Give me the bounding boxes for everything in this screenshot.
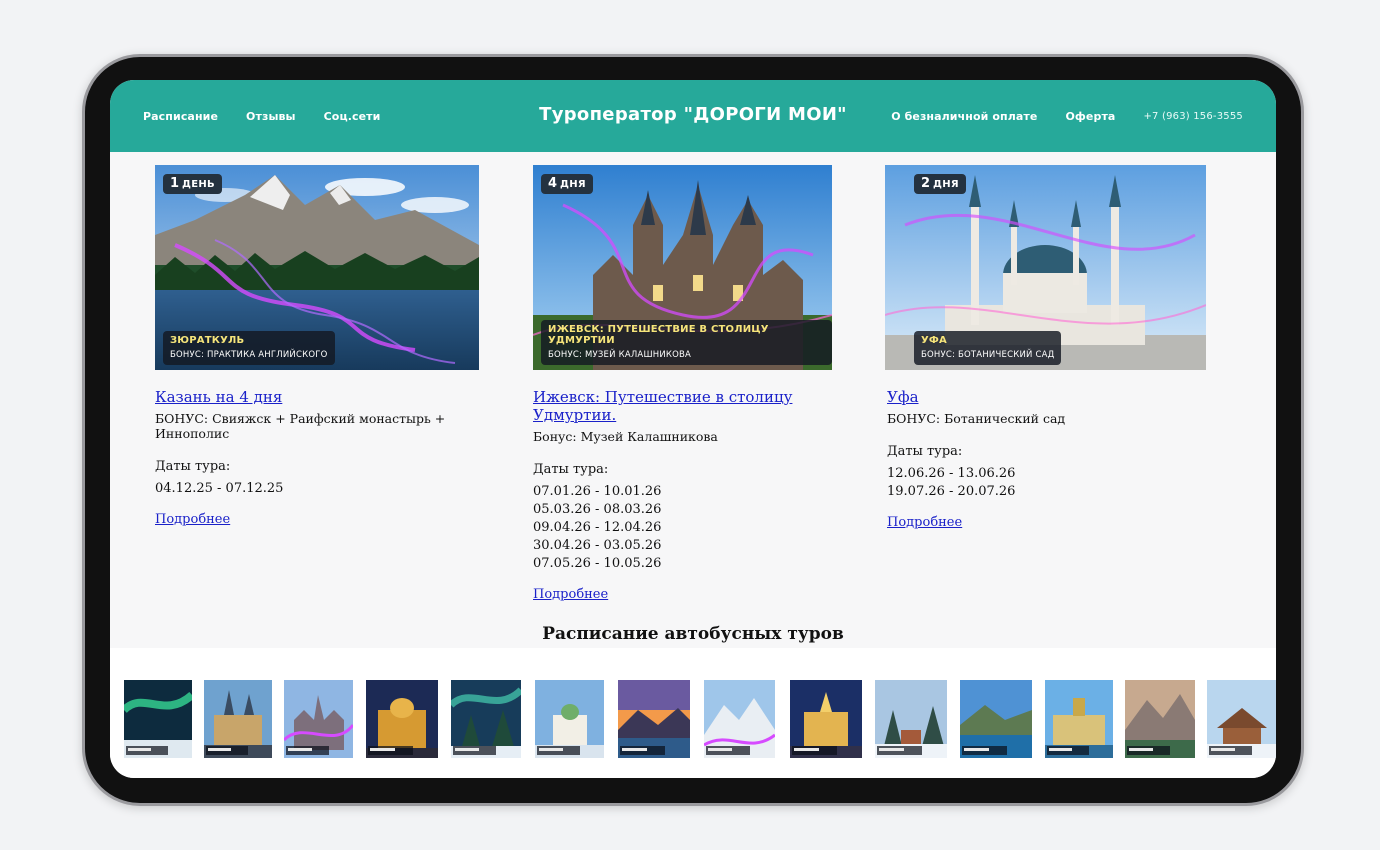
schedule-thumbnail[interactable] xyxy=(284,680,353,758)
schedule-thumbnail[interactable] xyxy=(366,680,438,758)
days-number: 1 xyxy=(170,176,180,191)
image-caption: УФА БОНУС: БОТАНИЧЕСКИЙ САД xyxy=(914,331,1062,365)
tour-title-link[interactable]: Казань на 4 дня xyxy=(155,388,282,406)
days-badge: 2 ДНЯ xyxy=(914,174,966,194)
tour-date: 12.06.26 - 13.06.26 xyxy=(887,466,1016,481)
days-number: 2 xyxy=(921,176,931,191)
phone-number[interactable]: +7 (963) 156-3555 xyxy=(1143,111,1243,122)
thumbnail-caption xyxy=(877,746,922,755)
thumbnail-caption xyxy=(792,746,837,755)
days-badge: 4 ДНЯ xyxy=(541,174,593,194)
tour-title-link[interactable]: Ижевск: Путешествие в столицу Удмуртии. xyxy=(533,388,832,424)
schedule-thumbnail[interactable] xyxy=(790,680,862,758)
schedule-thumbnail[interactable] xyxy=(1125,680,1195,758)
nav-right: О безналичной оплате Оферта +7 (963) 156… xyxy=(891,80,1243,152)
schedule-thumbnail[interactable] xyxy=(204,680,272,758)
browser-screen: Расписание Отзывы Соц.сети Туроператор "… xyxy=(110,80,1276,778)
tour-bonus: БОНУС: Свияжск + Раифский монастырь + Ин… xyxy=(155,411,446,441)
days-badge: 1 ДЕНЬ xyxy=(163,174,222,194)
tour-card-izhevsk: 4 ДНЯ ИЖЕВСК: ПУТЕШЕСТВИЕ В СТОЛИЦУ УДМУР… xyxy=(533,165,832,602)
tour-date: 05.03.26 - 08.03.26 xyxy=(533,502,662,517)
schedule-thumbnail[interactable] xyxy=(875,680,947,758)
tour-image[interactable]: 4 ДНЯ ИЖЕВСК: ПУТЕШЕСТВИЕ В СТОЛИЦУ УДМУР… xyxy=(533,165,832,370)
dates-label: Даты тура: xyxy=(155,459,231,474)
tour-card-ufa: 2 ДНЯ УФА БОНУС: БОТАНИЧЕСКИЙ САД Уфа БОН… xyxy=(885,165,1206,530)
thumbnail-caption xyxy=(962,746,1007,755)
image-caption-title: ЗЮРАТКУЛЬ xyxy=(170,335,245,346)
tour-dates: 12.06.26 - 13.06.26 19.07.26 - 20.07.26 xyxy=(887,465,1206,501)
image-caption-title: УФА xyxy=(921,335,947,346)
tour-card-zyuratkul: 1 ДЕНЬ ЗЮРАТКУЛЬ БОНУС: ПРАКТИКА АНГЛИЙСК… xyxy=(155,165,479,527)
thumbnail-caption xyxy=(453,746,497,755)
tour-date: 19.07.26 - 20.07.26 xyxy=(887,484,1016,499)
thumbnail-caption xyxy=(706,746,751,755)
schedule-thumbnail[interactable] xyxy=(1045,680,1113,758)
tour-dates: 04.12.25 - 07.12.25 xyxy=(155,480,479,498)
schedule-thumbnail[interactable] xyxy=(451,680,521,758)
thumbnail-caption xyxy=(620,746,665,755)
schedule-thumbnail[interactable] xyxy=(618,680,690,758)
days-word: ДЕНЬ xyxy=(182,179,215,190)
image-caption-subtitle: БОНУС: МУЗЕЙ КАЛАШНИКОВА xyxy=(548,350,692,360)
image-caption-title: ИЖЕВСК: ПУТЕШЕСТВИЕ В СТОЛИЦУ УДМУРТИИ xyxy=(548,324,769,346)
image-caption-subtitle: БОНУС: БОТАНИЧЕСКИЙ САД xyxy=(921,350,1055,360)
days-word: ДНЯ xyxy=(560,179,586,190)
nav-link-cashless-payment[interactable]: О безналичной оплате xyxy=(891,110,1037,123)
tour-bonus: Бонус: Музей Калашникова xyxy=(533,429,718,444)
dates-label: Даты тура: xyxy=(887,444,963,459)
more-link[interactable]: Подробнее xyxy=(533,587,608,602)
tour-title-link[interactable]: Уфа xyxy=(887,388,919,406)
more-link[interactable]: Подробнее xyxy=(155,512,230,527)
thumbnail-caption xyxy=(368,746,413,755)
thumbnail-caption xyxy=(537,746,580,755)
tour-date: 09.04.26 - 12.04.26 xyxy=(533,520,662,535)
schedule-thumbnail-strip xyxy=(110,648,1276,778)
thumbnail-caption xyxy=(126,746,169,755)
schedule-thumbnail[interactable] xyxy=(1207,680,1276,758)
more-link[interactable]: Подробнее xyxy=(887,515,962,530)
schedule-thumbnail[interactable] xyxy=(960,680,1032,758)
thumbnail-caption xyxy=(286,746,329,755)
schedule-thumbnail[interactable] xyxy=(535,680,604,758)
schedule-thumbnail[interactable] xyxy=(124,680,192,758)
schedule-thumbnail[interactable] xyxy=(704,680,775,758)
thumbnail-caption xyxy=(1209,746,1252,755)
tour-image[interactable]: 2 ДНЯ УФА БОНУС: БОТАНИЧЕСКИЙ САД xyxy=(885,165,1206,370)
tour-dates: 07.01.26 - 10.01.26 05.03.26 - 08.03.26 … xyxy=(533,483,832,573)
image-caption-subtitle: БОНУС: ПРАКТИКА АНГЛИЙСКОГО xyxy=(170,350,328,360)
schedule-title: Расписание автобусных туров xyxy=(542,624,844,644)
tour-date: 04.12.25 - 07.12.25 xyxy=(155,481,284,496)
tour-bonus: БОНУС: Ботанический сад xyxy=(887,411,1066,426)
tour-image[interactable]: 1 ДЕНЬ ЗЮРАТКУЛЬ БОНУС: ПРАКТИКА АНГЛИЙСК… xyxy=(155,165,479,370)
thumbnail-caption xyxy=(1127,746,1171,755)
tour-date: 07.05.26 - 10.05.26 xyxy=(533,556,662,571)
dates-label: Даты тура: xyxy=(533,462,609,477)
tour-date: 07.01.26 - 10.01.26 xyxy=(533,484,662,499)
image-caption: ИЖЕВСК: ПУТЕШЕСТВИЕ В СТОЛИЦУ УДМУРТИИ Б… xyxy=(541,320,832,365)
days-number: 4 xyxy=(548,176,558,191)
tour-date: 30.04.26 - 03.05.26 xyxy=(533,538,662,553)
site-header: Расписание Отзывы Соц.сети Туроператор "… xyxy=(110,80,1276,152)
days-word: ДНЯ xyxy=(933,179,959,190)
image-caption: ЗЮРАТКУЛЬ БОНУС: ПРАКТИКА АНГЛИЙСКОГО xyxy=(163,331,335,365)
thumbnail-caption xyxy=(1047,746,1090,755)
thumbnail-caption xyxy=(206,746,249,755)
nav-link-offer[interactable]: Оферта xyxy=(1065,110,1115,123)
